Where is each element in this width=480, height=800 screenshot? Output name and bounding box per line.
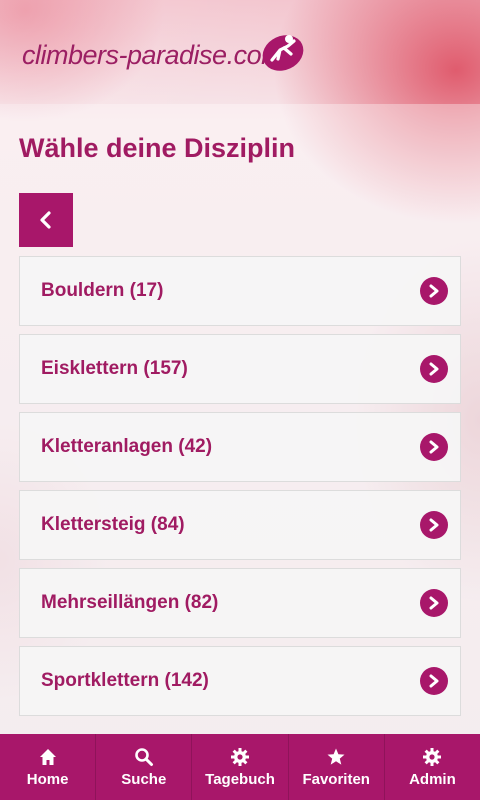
gear-icon [231, 747, 249, 766]
list-item-mehrseillaengen[interactable]: Mehrseillängen (82) [19, 568, 461, 638]
tab-tagebuch[interactable]: Tagebuch [192, 734, 289, 800]
tab-label: Suche [121, 770, 167, 788]
bottom-tab-bar: Home Suche Tagebuch Favoriten Admin [0, 734, 480, 800]
tab-label: Favoriten [302, 770, 370, 788]
chevron-left-icon [40, 211, 51, 229]
list-item-eisklettern[interactable]: Eisklettern (157) [19, 334, 461, 404]
list-item-label: Klettersteig (84) [41, 514, 185, 535]
home-icon [39, 748, 56, 765]
gear-icon [423, 747, 442, 766]
tab-label: Tagebuch [205, 770, 275, 788]
tab-label: Admin [409, 770, 456, 788]
list-item-sportklettern[interactable]: Sportklettern (142) [19, 646, 461, 716]
climber-logo-icon [262, 35, 304, 71]
discipline-list: Bouldern (17) Eisklettern (157) Klettera… [19, 256, 461, 724]
list-item-bouldern[interactable]: Bouldern (17) [19, 256, 461, 326]
page-title: Wähle deine Disziplin [19, 133, 296, 163]
list-item-label: Sportklettern (142) [41, 670, 209, 691]
list-item-label: Mehrseillängen (82) [41, 592, 219, 613]
back-button[interactable] [19, 193, 73, 247]
star-icon [327, 748, 345, 765]
tab-favoriten[interactable]: Favoriten [289, 734, 385, 800]
chevron-right-icon [420, 667, 448, 695]
tab-admin[interactable]: Admin [385, 734, 480, 800]
chevron-right-icon [420, 589, 448, 617]
list-item-klettersteig[interactable]: Klettersteig (84) [19, 490, 461, 560]
list-item-label: Kletteranlagen (42) [41, 436, 213, 457]
chevron-right-icon [420, 511, 448, 539]
header: climbers-paradise.com [0, 0, 480, 104]
site-logo-text: climbers-paradise.com [22, 40, 284, 70]
tab-suche[interactable]: Suche [96, 734, 193, 800]
chevron-right-icon [420, 355, 448, 383]
list-item-label: Bouldern (17) [41, 280, 164, 301]
list-item-kletteranlagen[interactable]: Kletteranlagen (42) [19, 412, 461, 482]
chevron-right-icon [420, 277, 448, 305]
chevron-right-icon [420, 433, 448, 461]
search-icon [134, 747, 153, 766]
tab-home[interactable]: Home [0, 734, 97, 800]
tab-label: Home [26, 770, 69, 788]
list-item-label: Eisklettern (157) [41, 358, 188, 379]
